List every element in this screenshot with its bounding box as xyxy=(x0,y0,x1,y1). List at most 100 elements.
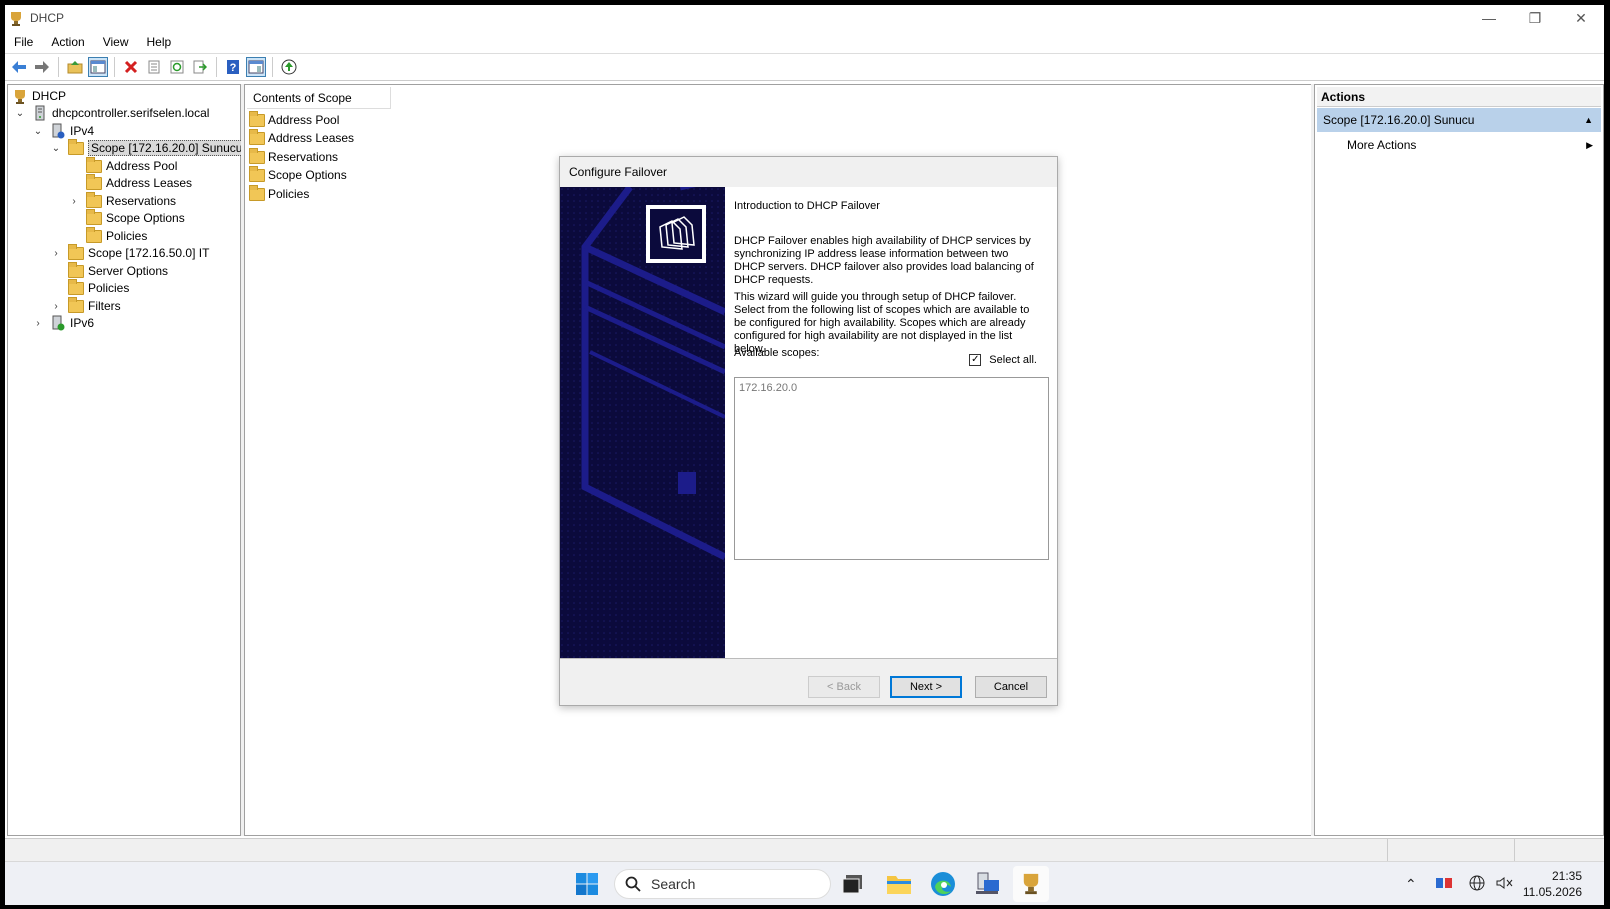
server-manager-icon xyxy=(976,872,999,894)
dialog-title: Configure Failover xyxy=(560,157,1057,187)
minimize-button[interactable]: — xyxy=(1466,5,1512,31)
system-clock[interactable]: 21:35 11.05.2026 xyxy=(1523,868,1582,900)
file-explorer-button[interactable] xyxy=(881,866,917,902)
edge-icon xyxy=(931,872,955,896)
expand-icon[interactable]: › xyxy=(50,247,62,259)
menu-help[interactable]: Help xyxy=(138,35,181,49)
configure-failover-dialog: Configure Failover Introduction to DHCP … xyxy=(559,156,1058,706)
ipv6-icon xyxy=(52,315,65,331)
actions-scope-header[interactable]: Scope [172.16.20.0] Sunucu ▲ xyxy=(1317,108,1601,132)
tree-reservations[interactable]: › Reservations xyxy=(68,191,176,210)
wizard-body: Introduction to DHCP Failover DHCP Failo… xyxy=(725,187,1057,658)
svg-text:?: ? xyxy=(230,62,237,74)
tree-address-leases[interactable]: Address Leases xyxy=(86,173,192,192)
policies-icon xyxy=(86,226,102,244)
refresh-icon[interactable] xyxy=(167,57,187,77)
ipv4-icon xyxy=(52,123,65,139)
actions-header: Actions xyxy=(1317,87,1601,107)
server-options-icon xyxy=(68,261,84,279)
reservations-icon xyxy=(86,191,102,209)
list-item[interactable]: Policies xyxy=(249,184,309,203)
expand-icon[interactable]: › xyxy=(50,300,62,312)
collapse-icon[interactable]: ⌄ xyxy=(50,142,62,154)
policies-icon xyxy=(68,278,84,296)
volume-muted-icon[interactable] xyxy=(1495,875,1513,894)
expand-icon[interactable]: › xyxy=(32,317,44,329)
tree-ipv4[interactable]: ⌄ IPv4 xyxy=(32,122,94,140)
show-hide-action-pane-icon[interactable] xyxy=(246,57,266,77)
address-leases-icon xyxy=(86,173,102,191)
wizard-heading: Introduction to DHCP Failover xyxy=(734,200,880,212)
help-icon[interactable]: ? xyxy=(223,57,243,77)
restore-button[interactable]: ❐ xyxy=(1512,5,1558,31)
address-leases-icon xyxy=(249,128,265,145)
list-item[interactable]: 172.16.20.0 xyxy=(739,382,797,394)
menu-view[interactable]: View xyxy=(94,35,138,49)
tree-filters[interactable]: › Filters xyxy=(50,296,121,315)
dhcp-app-icon xyxy=(11,12,21,26)
tree-scope-sunucu[interactable]: ⌄ Scope [172.16.20.0] Sunucu xyxy=(50,138,246,157)
tree-server-options[interactable]: Server Options xyxy=(68,261,168,280)
screen: DHCP — ❐ ✕ File Action View Help ? DHCP … xyxy=(5,5,1604,905)
select-all-checkbox[interactable]: ✓ Select all. xyxy=(969,354,1037,366)
next-button[interactable]: Next > xyxy=(890,676,962,698)
dhcp-taskbar-button[interactable] xyxy=(1013,866,1049,902)
server-manager-button[interactable] xyxy=(969,866,1005,902)
address-pool-icon xyxy=(249,110,265,127)
checkbox-checked-icon[interactable]: ✓ xyxy=(969,354,982,366)
tree-scope-it[interactable]: › Scope [172.16.50.0] IT xyxy=(50,243,209,262)
properties-icon[interactable] xyxy=(144,57,164,77)
show-hidden-icons-icon[interactable]: ⌃ xyxy=(1405,876,1417,893)
taskbar-search[interactable]: Search xyxy=(614,869,831,899)
menu-file[interactable]: File xyxy=(5,35,42,49)
network-status-icon[interactable] xyxy=(1435,875,1453,894)
delete-icon[interactable] xyxy=(121,57,141,77)
filters-icon xyxy=(68,296,84,314)
list-item[interactable]: Reservations xyxy=(249,147,338,166)
available-scopes-label: Available scopes: xyxy=(734,347,820,359)
start-button[interactable] xyxy=(569,866,605,902)
list-item[interactable]: Scope Options xyxy=(249,165,347,184)
scope-folder-icon xyxy=(68,243,84,261)
available-scopes-list[interactable]: 172.16.20.0 xyxy=(734,377,1049,560)
list-item[interactable]: Address Pool xyxy=(249,110,339,129)
close-button[interactable]: ✕ xyxy=(1558,5,1604,31)
dhcp-trophy-icon xyxy=(15,90,25,104)
task-view-button[interactable] xyxy=(835,866,871,902)
title-bar: DHCP — ❐ ✕ xyxy=(5,5,1604,31)
tree-ipv6[interactable]: › IPv6 xyxy=(32,314,94,332)
back-button[interactable]: < Back xyxy=(808,676,880,698)
menu-action[interactable]: Action xyxy=(42,35,93,49)
collapse-icon[interactable]: ⌄ xyxy=(14,107,26,119)
wizard-banner xyxy=(560,187,725,658)
expand-icon[interactable]: › xyxy=(68,195,80,207)
tree-scope-options[interactable]: Scope Options xyxy=(86,208,185,227)
task-view-icon xyxy=(842,875,862,894)
activate-icon[interactable] xyxy=(279,57,299,77)
show-hide-console-tree-icon[interactable] xyxy=(88,57,108,77)
collapse-up-icon[interactable]: ▲ xyxy=(1584,115,1593,125)
actions-pane: Actions Scope [172.16.20.0] Sunucu ▲ Mor… xyxy=(1314,84,1604,836)
wizard-banner-art xyxy=(560,187,725,658)
reservations-icon xyxy=(249,147,265,164)
cancel-button[interactable]: Cancel xyxy=(975,676,1047,698)
tree-dhcp-root[interactable]: DHCP xyxy=(12,87,66,105)
back-icon[interactable] xyxy=(9,57,29,77)
up-folder-icon[interactable] xyxy=(65,57,85,77)
window-title: DHCP xyxy=(30,11,65,25)
tree-address-pool[interactable]: Address Pool xyxy=(86,156,177,175)
forward-icon[interactable] xyxy=(32,57,52,77)
collapse-icon[interactable]: ⌄ xyxy=(32,125,44,137)
more-actions[interactable]: More Actions ▶ xyxy=(1347,135,1593,155)
console-tree: DHCP ⌄ dhcpcontroller.serifselen.local ⌄… xyxy=(7,84,246,836)
contents-header[interactable]: Contents of Scope xyxy=(247,87,391,109)
tree-server[interactable]: ⌄ dhcpcontroller.serifselen.local xyxy=(14,104,209,122)
edge-button[interactable] xyxy=(925,866,961,902)
tree-scope-policies[interactable]: Policies xyxy=(86,226,147,245)
export-list-icon[interactable] xyxy=(190,57,210,77)
globe-icon[interactable] xyxy=(1469,875,1485,894)
windows-logo-icon xyxy=(576,873,598,895)
list-item[interactable]: Address Leases xyxy=(249,128,354,147)
system-tray: ⌃ xyxy=(1405,862,1513,905)
tree-policies[interactable]: Policies xyxy=(68,278,129,297)
